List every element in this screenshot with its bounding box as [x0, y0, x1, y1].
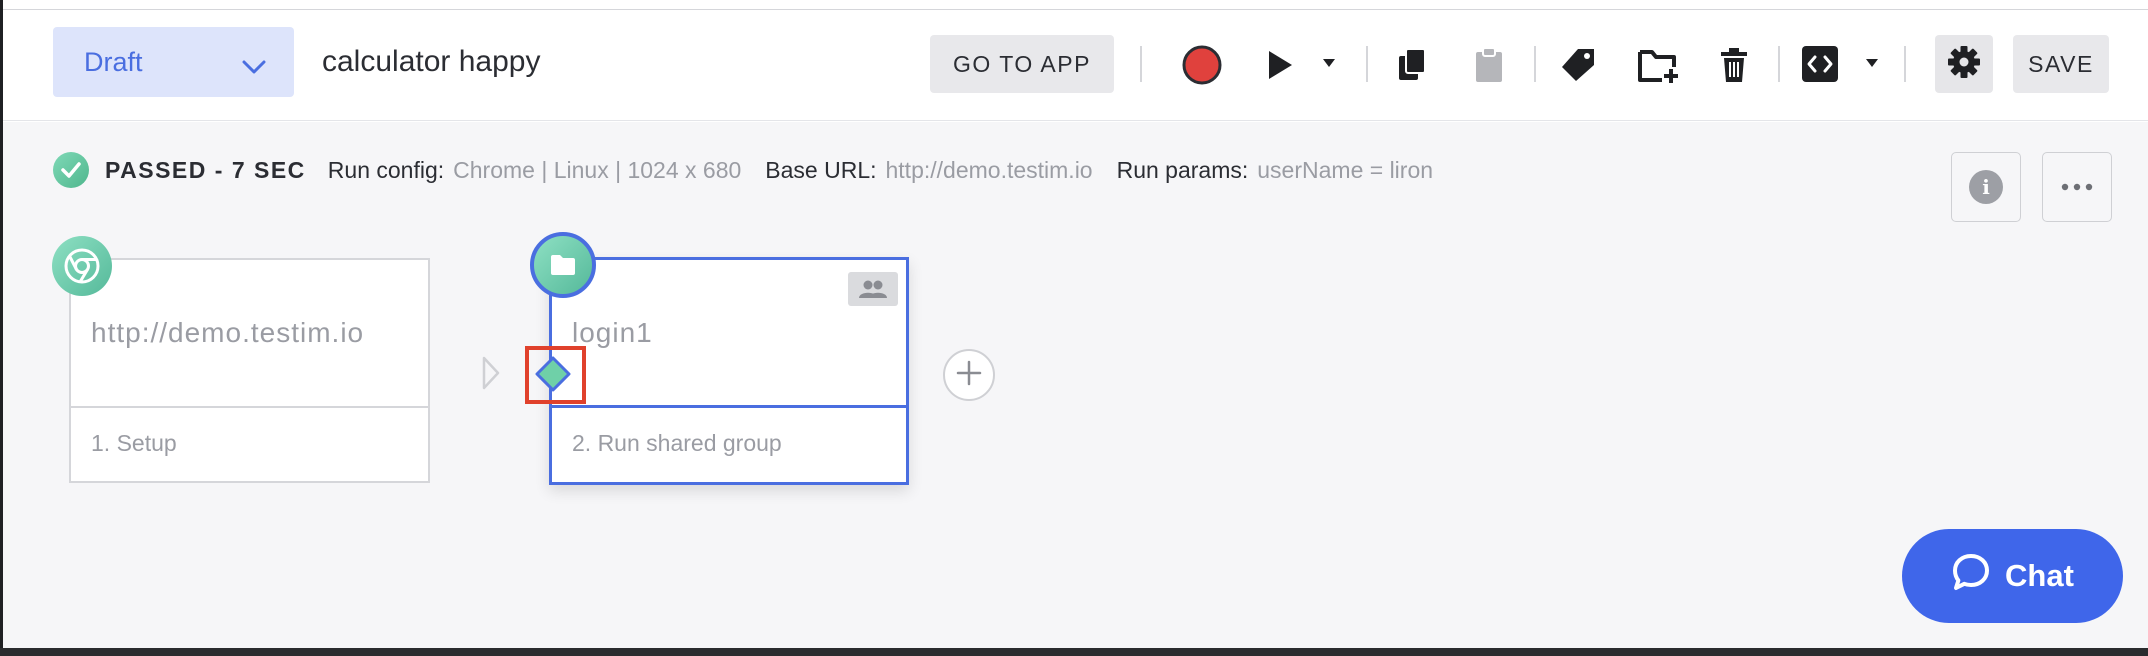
test-name[interactable]: calculator happy [322, 45, 540, 79]
window-top-edge [0, 0, 2148, 10]
more-icon [2061, 178, 2093, 196]
plus-icon [956, 360, 982, 391]
tag-icon[interactable] [1559, 46, 1597, 84]
step-label: 2. Run shared group [572, 430, 782, 456]
chat-label: Chat [2005, 558, 2074, 593]
testim-editor: Draft calculator happy GO TO APP SAVE PA… [0, 0, 2148, 656]
copy-icon[interactable] [1395, 47, 1429, 83]
step-label: 1. Setup [91, 430, 177, 456]
run-params-value: userName = liron [1257, 156, 1434, 183]
info-button[interactable]: i [1951, 152, 2021, 222]
toolbar-divider [1140, 46, 1142, 82]
chat-button[interactable]: Chat [1902, 529, 2123, 623]
status-value: Draft [84, 46, 143, 77]
run-config-value: Chrome | Linux | 1024 x 680 [453, 156, 742, 183]
code-options-caret-icon[interactable] [1864, 57, 1880, 69]
trash-icon[interactable] [1718, 46, 1750, 84]
toolbar-divider [1366, 46, 1368, 82]
run-config-label: Run config: [327, 156, 445, 183]
shared-users-icon [848, 272, 898, 306]
status-dropdown[interactable]: Draft [53, 27, 294, 97]
base-url-value[interactable]: http://demo.testim.io [886, 157, 1093, 184]
go-to-app-button[interactable]: GO TO APP [930, 35, 1114, 93]
save-button[interactable]: SAVE [2013, 35, 2109, 93]
paste-icon[interactable] [1472, 46, 1506, 84]
new-folder-icon[interactable] [1638, 47, 1680, 85]
chat-bubble-icon [1951, 552, 2005, 600]
run-params-label: Run params: [1116, 156, 1249, 183]
window-bottom-edge [0, 648, 2148, 656]
test-canvas: PASSED - 7 SEC Run config: Chrome | Linu… [3, 122, 2148, 650]
toolbar: Draft calculator happy GO TO APP SAVE [3, 11, 2148, 121]
step-card-setup[interactable]: http://demo.testim.io 1. Setup [69, 258, 430, 483]
base-url-label: Base URL: [765, 156, 877, 183]
info-icon: i [1969, 170, 2003, 204]
step-body: http://demo.testim.io [71, 260, 428, 408]
run-summary: PASSED - 7 SEC Run config: Chrome | Linu… [53, 152, 1457, 188]
play-options-caret-icon[interactable] [1321, 57, 1337, 69]
record-icon[interactable] [1181, 44, 1223, 86]
run-status: PASSED - 7 SEC [105, 156, 306, 183]
settings-button[interactable] [1935, 35, 1993, 93]
chevron-down-icon [242, 51, 266, 82]
folder-icon [530, 232, 596, 298]
chrome-icon [52, 236, 112, 296]
step-connector-arrow-icon [481, 355, 501, 396]
play-icon[interactable] [1265, 48, 1295, 82]
highlight-box [525, 346, 586, 404]
gear-icon [1947, 45, 1981, 84]
toolbar-divider [1534, 46, 1536, 82]
add-step-button[interactable] [943, 349, 995, 401]
more-options-button[interactable] [2042, 152, 2112, 222]
passed-check-icon [53, 152, 89, 188]
toolbar-divider [1778, 46, 1780, 82]
toolbar-divider [1904, 46, 1906, 82]
code-icon[interactable] [1800, 44, 1840, 84]
